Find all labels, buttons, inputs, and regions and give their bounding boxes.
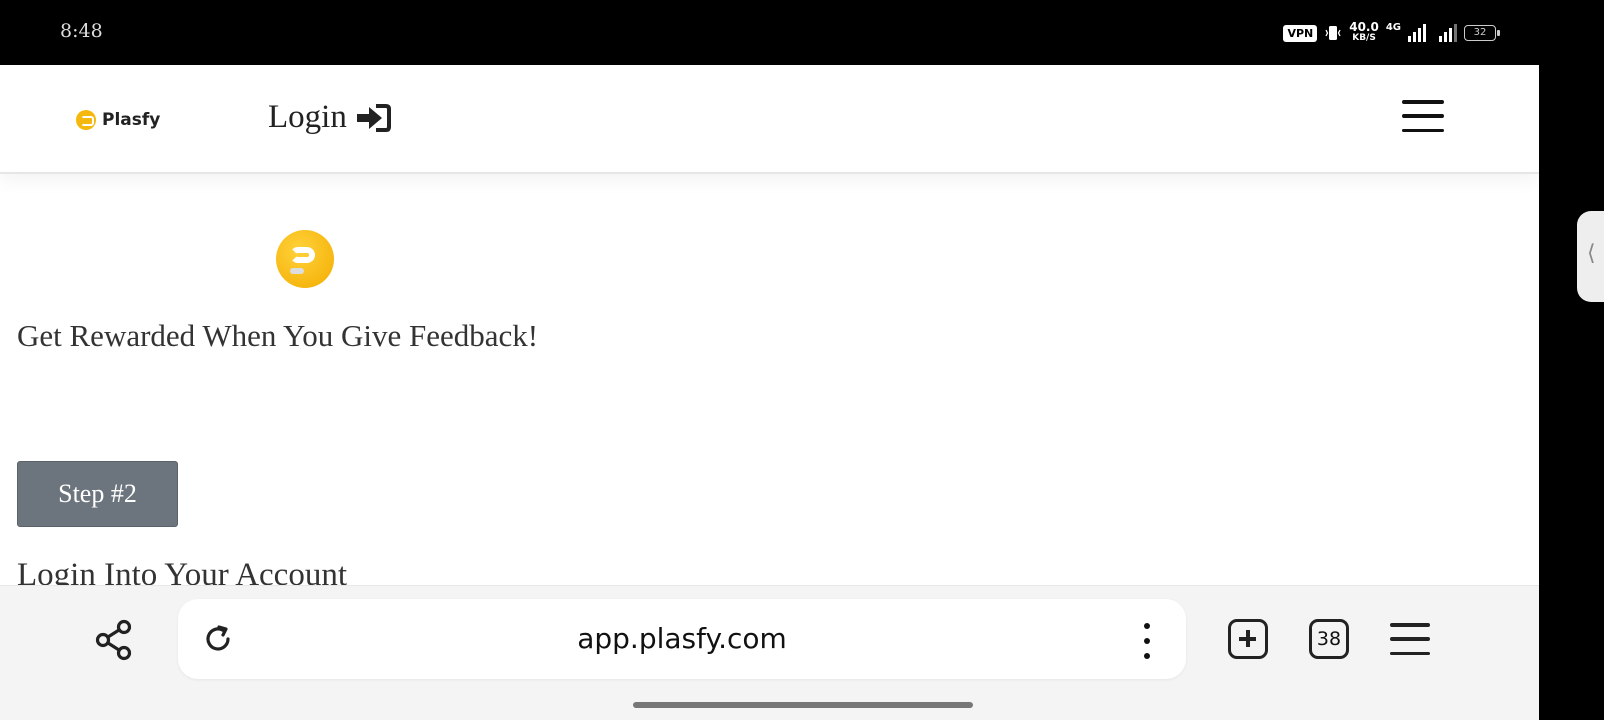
speed-unit: KB/S <box>1352 33 1376 43</box>
hero-headline: Get Rewarded When You Give Feedback! <box>17 318 539 353</box>
brand-name: Plasfy <box>102 110 161 130</box>
browser-toolbar: app.plasfy.com 38 <box>0 585 1539 694</box>
more-vertical-icon[interactable] <box>1144 623 1150 659</box>
tab-count: 38 <box>1316 628 1342 650</box>
brand-link[interactable]: Plasfy <box>76 110 160 130</box>
battery-level: 32 <box>1473 27 1487 38</box>
plus-square-icon[interactable] <box>1228 619 1268 659</box>
status-time: 8:48 <box>60 20 103 42</box>
signal-icon <box>1408 24 1426 42</box>
network-type: 4G <box>1385 22 1401 33</box>
address-bar[interactable]: app.plasfy.com <box>178 599 1186 679</box>
plasfy-logo-icon <box>76 110 96 130</box>
status-icons: VPN 40.0 KB/S 4G 32 <box>1283 20 1500 44</box>
status-bar: 8:48 VPN 40.0 KB/S 4G 32 <box>0 0 1604 65</box>
share-icon[interactable] <box>95 619 133 661</box>
hamburger-menu-icon[interactable] <box>1402 100 1444 132</box>
plasfy-logo <box>276 230 334 288</box>
login-subheading: Login Into Your Account <box>17 557 347 585</box>
url-text: app.plasfy.com <box>577 622 787 655</box>
vpn-badge: VPN <box>1283 24 1318 42</box>
edge-panel-handle[interactable]: ⟨ <box>1577 211 1604 302</box>
step-button[interactable]: Step #2 <box>17 461 178 527</box>
vibrate-icon <box>1325 26 1341 40</box>
tab-count-button[interactable]: 38 <box>1309 619 1349 659</box>
chevron-left-icon: ⟨ <box>1587 241 1596 266</box>
web-page: Plasfy Login Get Rewarded When You Give … <box>0 65 1539 585</box>
login-label: Login <box>268 99 347 135</box>
login-link[interactable]: Login <box>268 99 391 136</box>
signal-icon-secondary <box>1439 24 1457 42</box>
site-navbar: Plasfy Login <box>0 65 1539 174</box>
battery-icon: 32 <box>1464 25 1500 41</box>
sign-in-icon <box>356 103 391 132</box>
network-speed: 40.0 KB/S <box>1349 20 1379 44</box>
home-indicator[interactable] <box>633 702 973 708</box>
speed-value: 40.0 <box>1349 20 1379 34</box>
menu-icon[interactable] <box>1390 623 1430 655</box>
